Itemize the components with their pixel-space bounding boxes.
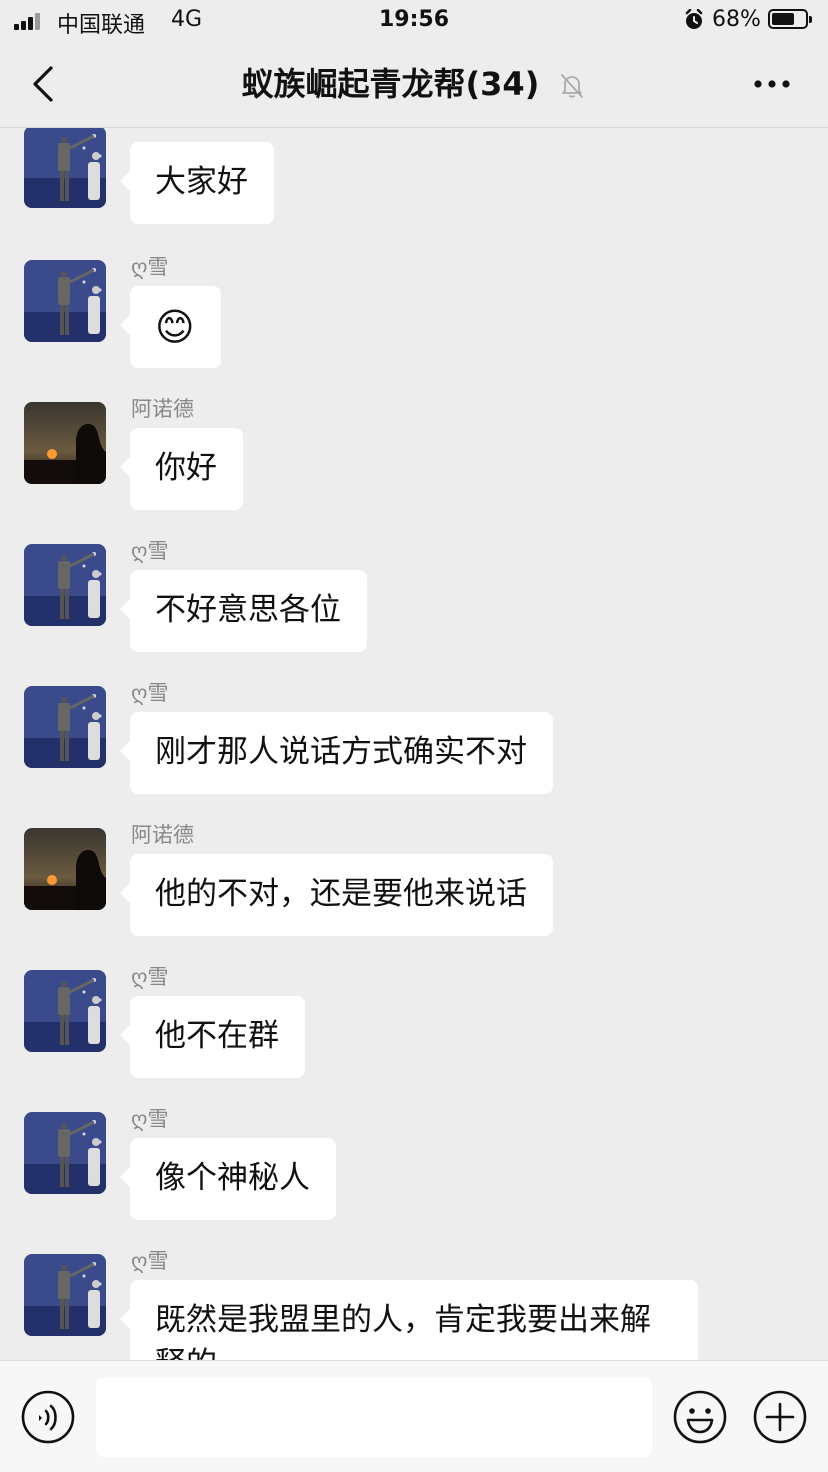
emoji-icon[interactable]: [672, 1389, 728, 1445]
anime-couple-avatar: [24, 260, 106, 342]
sender-name: 阿诺德: [131, 823, 194, 847]
sender-name: ღ雪: [131, 1107, 169, 1131]
message-text: 你好: [155, 450, 217, 486]
message-text: 他不在群: [155, 1018, 279, 1054]
sender-name: ღ雪: [131, 681, 169, 705]
sunset-silhouette-avatar: [24, 828, 106, 910]
message-bubble[interactable]: 他不在群: [120, 996, 305, 1078]
bell-muted-icon: [561, 74, 584, 98]
sender-name: 阿诺德: [131, 397, 194, 421]
sender-name: ღ雪: [131, 539, 169, 563]
message-bubble[interactable]: 像个神秘人: [120, 1138, 336, 1220]
smile-emoji: 😊: [155, 305, 195, 349]
status-bar: 中国联通 4G 19:56 68%: [0, 0, 828, 42]
anime-couple-avatar: [24, 970, 106, 1052]
message-bubble[interactable]: 刚才那人说话方式确实不对: [120, 712, 553, 794]
chat-title: 蚁族崛起青龙帮(34): [241, 65, 540, 103]
avatar[interactable]: [24, 260, 106, 342]
message-text: 他的不对，还是要他来说话: [155, 876, 527, 912]
anime-couple-avatar: [24, 1112, 106, 1194]
anime-couple-avatar: [24, 128, 106, 208]
message-text: 刚才那人说话方式确实不对: [155, 734, 527, 770]
message-list[interactable]: 大家好 ღ雪 😊 阿诺德 你好 ღ雪 不好意思各位 ღ雪 刚才那人说话方式确实不…: [0, 128, 828, 1360]
avatar[interactable]: [24, 128, 106, 208]
avatar[interactable]: [24, 686, 106, 768]
battery-percent: 68%: [712, 7, 761, 32]
input-bar: [0, 1360, 828, 1472]
avatar[interactable]: [24, 402, 106, 484]
message-input[interactable]: [96, 1377, 652, 1457]
avatar[interactable]: [24, 1254, 106, 1336]
anime-couple-avatar: [24, 544, 106, 626]
sender-name: ღ雪: [131, 1249, 169, 1273]
avatar[interactable]: [24, 828, 106, 910]
message-text: 既然是我盟里的人，肯定我要出来解释的: [155, 1302, 651, 1360]
avatar[interactable]: [24, 970, 106, 1052]
message-text: 像个神秘人: [155, 1160, 310, 1196]
avatar[interactable]: [24, 1112, 106, 1194]
anime-couple-avatar: [24, 686, 106, 768]
sunset-silhouette-avatar: [24, 402, 106, 484]
message-row: 大家好: [0, 128, 828, 226]
message-text: 不好意思各位: [155, 592, 341, 628]
message-row: ღ雪 不好意思各位: [0, 539, 828, 654]
message-bubble[interactable]: 大家好: [120, 142, 274, 224]
message-row: ღ雪 像个神秘人: [0, 1107, 828, 1222]
sender-name: ღ雪: [131, 965, 169, 989]
battery-icon: [768, 9, 812, 29]
message-bubble[interactable]: 😊: [120, 286, 221, 368]
message-row: ღ雪 😊: [0, 255, 828, 370]
message-bubble[interactable]: 他的不对，还是要他来说话: [120, 854, 553, 936]
plus-circle-icon[interactable]: [752, 1389, 808, 1445]
battery-fill: [772, 13, 794, 25]
message-bubble[interactable]: 你好: [120, 428, 243, 510]
chat-title-wrap: 蚁族崛起青龙帮(34): [0, 62, 828, 106]
alarm-icon: [685, 9, 703, 29]
voice-icon[interactable]: [20, 1389, 76, 1445]
message-row: ღ雪 既然是我盟里的人，肯定我要出来解释的: [0, 1249, 828, 1360]
message-row: 阿诺德 他的不对，还是要他来说话: [0, 823, 828, 938]
message-row: ღ雪 刚才那人说话方式确实不对: [0, 681, 828, 796]
message-text: 大家好: [155, 164, 248, 200]
sender-name: ღ雪: [131, 255, 169, 279]
message-row: 阿诺德 你好: [0, 397, 828, 512]
chat-header: 蚁族崛起青龙帮(34): [0, 42, 828, 128]
message-bubble[interactable]: 不好意思各位: [120, 570, 367, 652]
message-row: ღ雪 他不在群: [0, 965, 828, 1080]
message-bubble[interactable]: 既然是我盟里的人，肯定我要出来解释的: [120, 1280, 698, 1360]
avatar[interactable]: [24, 544, 106, 626]
ellipsis-icon[interactable]: [748, 62, 796, 106]
anime-couple-avatar: [24, 1254, 106, 1336]
